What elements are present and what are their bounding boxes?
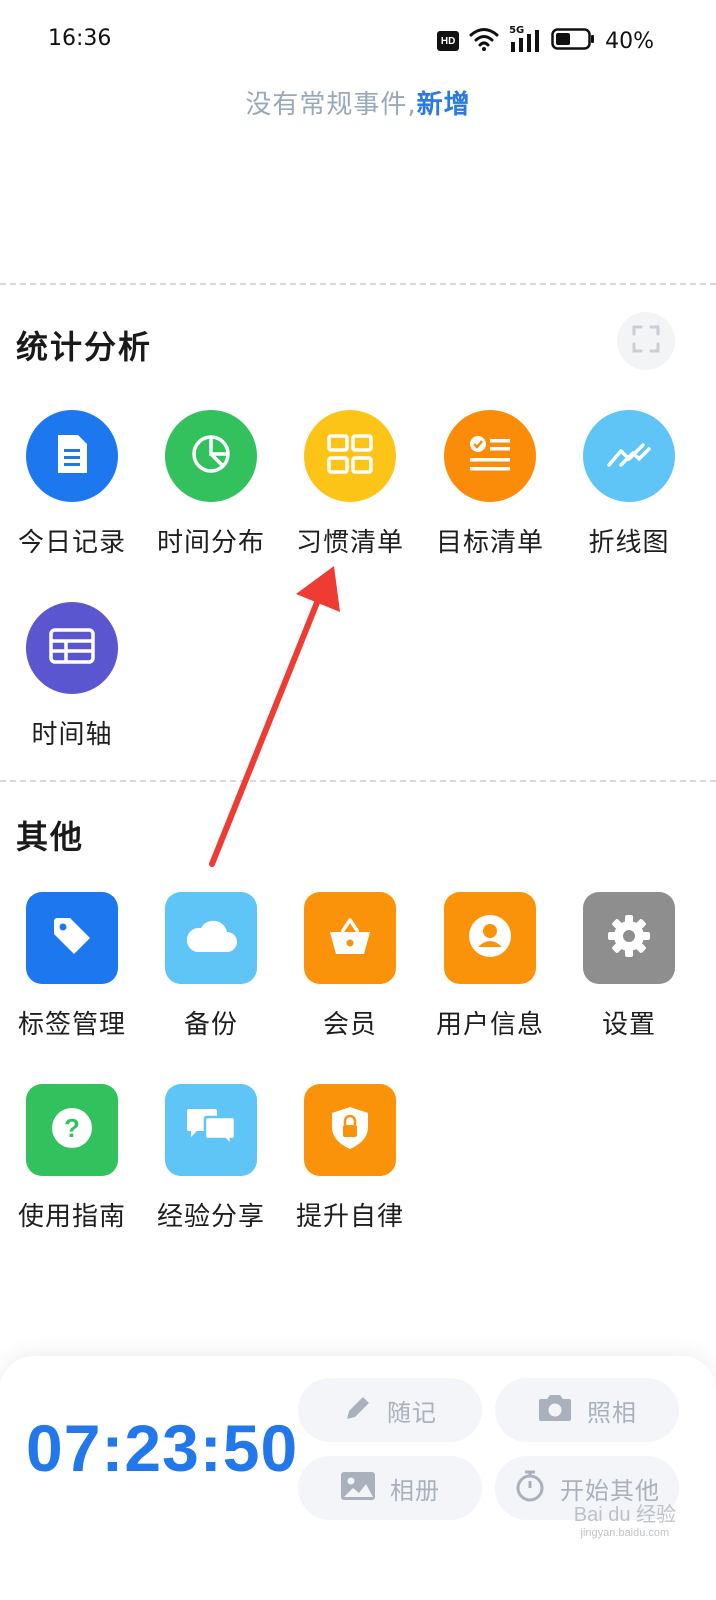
routine-empty-text: 没有常规事件, — [245, 90, 417, 120]
stats-item-line-chart[interactable]: 折线图 — [559, 410, 699, 570]
checklist-icon — [468, 434, 512, 478]
other-item-membership[interactable]: 会员 — [280, 892, 420, 1052]
watermark: Bai du 经验 jingyan.baidu.com — [573, 1504, 676, 1542]
status-time: 16:36 — [48, 26, 112, 51]
other-item-backup[interactable]: 备份 — [141, 892, 281, 1052]
icon-bg — [26, 602, 118, 694]
camera-icon — [537, 1393, 573, 1427]
other-item-label: 设置 — [601, 1010, 656, 1040]
cloud-icon — [183, 918, 239, 958]
timer-display: 07:23:50 — [26, 1411, 299, 1485]
wifi-icon — [469, 27, 499, 55]
icon-bg — [26, 892, 118, 984]
icon-bg — [304, 410, 396, 502]
other-item-self-discipline[interactable]: 提升自律 — [280, 1084, 420, 1244]
battery-icon — [551, 28, 595, 54]
other-item-settings[interactable]: 设置 — [559, 892, 699, 1052]
camera-button[interactable]: 照相 — [495, 1378, 679, 1442]
icon-bg — [444, 892, 536, 984]
icon-bg — [304, 1084, 396, 1176]
fullscreen-icon — [632, 325, 660, 357]
table-icon — [49, 628, 95, 668]
line-chart-icon — [607, 439, 651, 473]
other-item-label: 会员 — [322, 1010, 377, 1040]
other-item-experience-share[interactable]: 经验分享 — [141, 1084, 281, 1244]
icon-bg — [583, 410, 675, 502]
other-item-label: 标签管理 — [17, 1010, 126, 1040]
basket-icon — [328, 916, 372, 960]
routine-empty-state: 没有常规事件,新增 — [0, 84, 716, 121]
icon-bg — [304, 892, 396, 984]
stats-item-label: 时间轴 — [31, 720, 113, 750]
stats-item-goal-list[interactable]: 目标清单 — [420, 410, 560, 570]
icon-bg — [444, 410, 536, 502]
other-item-label: 备份 — [183, 1010, 238, 1040]
help-icon: ? — [50, 1106, 94, 1154]
icon-bg — [26, 410, 118, 502]
signal-icon: 5G — [509, 25, 541, 54]
pie-chart-icon — [189, 432, 233, 480]
album-button[interactable]: 相册 — [298, 1456, 482, 1520]
expand-button[interactable] — [617, 312, 675, 370]
stats-item-habit-list[interactable]: 习惯清单 — [280, 410, 420, 570]
action-label: 相册 — [390, 1476, 440, 1505]
document-icon — [52, 432, 92, 480]
action-label: 照相 — [587, 1398, 637, 1427]
stats-item-today-record[interactable]: 今日记录 — [2, 410, 142, 570]
other-item-label: 用户信息 — [435, 1010, 544, 1040]
chat-icon — [185, 1107, 237, 1153]
shield-lock-icon — [330, 1105, 370, 1155]
section-divider — [0, 283, 716, 285]
user-icon — [467, 913, 513, 963]
action-label: 开始其他 — [560, 1476, 660, 1505]
stats-item-label: 目标清单 — [435, 528, 544, 558]
icon-bg — [165, 1084, 257, 1176]
hd-badge: HD — [437, 31, 460, 51]
stopwatch-icon — [514, 1469, 546, 1507]
stats-item-label: 习惯清单 — [295, 528, 404, 558]
stats-item-timeline[interactable]: 时间轴 — [2, 602, 142, 762]
section-divider — [0, 780, 716, 782]
icon-bg: ? — [26, 1084, 118, 1176]
other-item-label: 经验分享 — [156, 1202, 265, 1232]
action-label: 随记 — [387, 1398, 437, 1427]
stats-item-time-distribution[interactable]: 时间分布 — [141, 410, 281, 570]
other-section-title: 其他 — [16, 818, 85, 856]
other-item-user-guide[interactable]: ? 使用指南 — [2, 1084, 142, 1244]
stats-item-label: 折线图 — [588, 528, 670, 558]
add-routine-link[interactable]: 新增 — [417, 90, 471, 120]
grid-icon — [327, 434, 373, 478]
other-item-tag-management[interactable]: 标签管理 — [2, 892, 142, 1052]
icon-bg — [165, 410, 257, 502]
other-item-label: 提升自律 — [295, 1202, 404, 1232]
icon-bg — [165, 892, 257, 984]
gear-icon — [606, 913, 652, 963]
pencil-icon — [343, 1393, 373, 1427]
watermark-url: jingyan.baidu.com — [580, 1527, 670, 1539]
tag-icon — [50, 914, 94, 962]
icon-bg — [583, 892, 675, 984]
stats-item-label: 今日记录 — [17, 528, 126, 558]
other-item-user-info[interactable]: 用户信息 — [420, 892, 560, 1052]
status-bar: 16:36 HD 5G 40% — [0, 0, 716, 82]
watermark-brand: Bai du 经验 — [573, 1504, 676, 1526]
stats-section-title: 统计分析 — [16, 328, 153, 366]
other-item-label: 使用指南 — [17, 1202, 126, 1232]
image-icon — [340, 1471, 376, 1505]
status-indicators: HD 5G 40% — [437, 25, 654, 56]
svg-text:?: ? — [64, 1113, 80, 1143]
quick-note-button[interactable]: 随记 — [298, 1378, 482, 1442]
stats-item-label: 时间分布 — [156, 528, 265, 558]
battery-percent: 40% — [605, 28, 654, 54]
